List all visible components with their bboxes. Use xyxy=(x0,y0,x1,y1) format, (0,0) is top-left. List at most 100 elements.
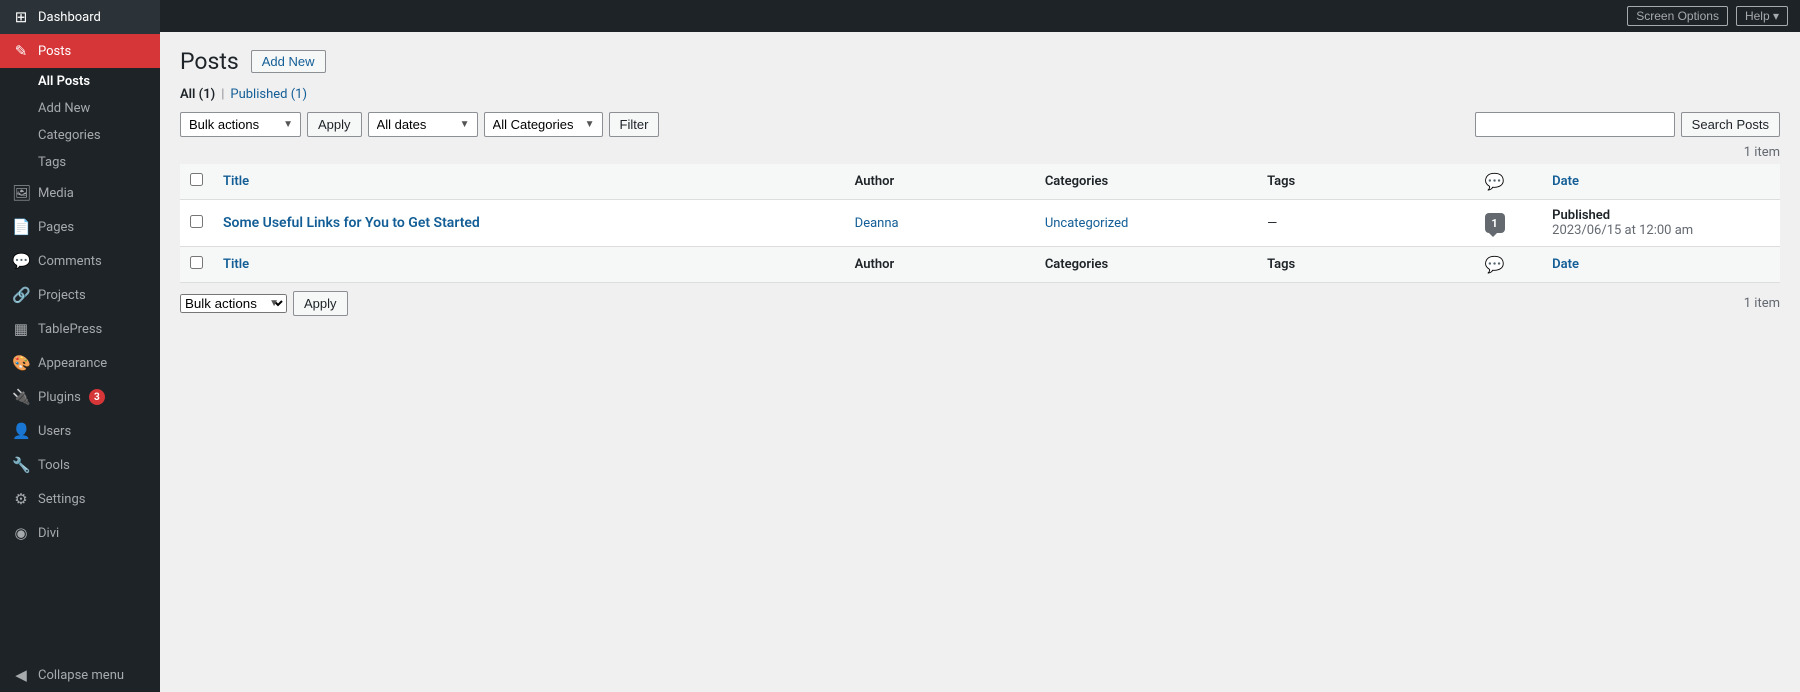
submenu-all-posts[interactable]: All Posts xyxy=(0,68,160,95)
add-new-button[interactable]: Add New xyxy=(251,50,326,73)
bulk-actions-select-bottom[interactable]: Bulk actions Edit Move to Trash xyxy=(180,294,287,313)
all-dates-select[interactable]: All dates xyxy=(368,112,478,137)
row-tags-cell: — xyxy=(1257,200,1447,247)
item-count-bottom: 1 item xyxy=(1744,296,1780,311)
col-header-author: Author xyxy=(845,164,1035,200)
all-categories-select[interactable]: All Categories xyxy=(484,112,603,137)
apply-button-bottom[interactable]: Apply xyxy=(293,291,348,316)
filter-button[interactable]: Filter xyxy=(609,112,660,137)
table-header-row: Title Author Categories Tags 💬 Date xyxy=(180,164,1780,200)
filter-links: All (1) | Published (1) xyxy=(180,87,1780,102)
posts-submenu: All Posts Add New Categories Tags xyxy=(0,68,160,176)
all-dates-wrap: All dates ▼ xyxy=(368,112,478,137)
sidebar-item-label: TablePress xyxy=(38,322,102,337)
comments-header-icon: 💬 xyxy=(1485,172,1505,191)
sidebar-item-label: Settings xyxy=(38,492,85,507)
row-author-cell: Deanna xyxy=(845,200,1035,247)
col-header-title[interactable]: Title xyxy=(213,164,845,200)
screen-options-button[interactable]: Screen Options xyxy=(1627,6,1728,26)
date-status: Published xyxy=(1552,208,1770,223)
col-footer-categories: Categories xyxy=(1035,247,1257,283)
sidebar-item-label: Divi xyxy=(38,526,59,541)
sidebar-item-label: Appearance xyxy=(38,356,107,371)
topbar: Screen Options Help ▾ xyxy=(160,0,1800,32)
category-link[interactable]: Uncategorized xyxy=(1045,216,1128,231)
filter-published[interactable]: Published (1) xyxy=(230,87,307,102)
row-checkbox[interactable] xyxy=(190,215,203,228)
sidebar-item-media[interactable]: 🖼 Media xyxy=(0,176,160,210)
col-header-tags: Tags xyxy=(1257,164,1447,200)
plugins-badge: 3 xyxy=(89,389,105,405)
projects-icon: 🔗 xyxy=(12,286,30,304)
dashboard-icon: ⊞ xyxy=(12,8,30,26)
submenu-add-new[interactable]: Add New xyxy=(0,95,160,122)
sidebar-item-projects[interactable]: 🔗 Projects xyxy=(0,278,160,312)
comments-icon: 💬 xyxy=(12,252,30,270)
col-header-date[interactable]: Date xyxy=(1542,164,1780,200)
collapse-menu-button[interactable]: ◀ Collapse menu xyxy=(0,658,160,692)
sidebar-item-label: Projects xyxy=(38,288,86,303)
filter-all[interactable]: All (1) xyxy=(180,87,215,102)
select-all-checkbox-top[interactable] xyxy=(190,173,203,186)
col-footer-date[interactable]: Date xyxy=(1542,247,1780,283)
posts-table: Title Author Categories Tags 💬 Date xyxy=(180,164,1780,283)
users-icon: 👤 xyxy=(12,422,30,440)
sidebar-item-settings[interactable]: ⚙ Settings xyxy=(0,482,160,516)
col-footer-cb xyxy=(180,247,213,283)
sidebar-item-posts[interactable]: ✎ Posts xyxy=(0,34,160,68)
sidebar-item-comments[interactable]: 💬 Comments xyxy=(0,244,160,278)
sidebar-item-label: Dashboard xyxy=(38,10,101,25)
row-checkbox-cell xyxy=(180,200,213,247)
content-area: Posts Add New All (1) | Published (1) Bu… xyxy=(160,32,1800,692)
col-header-categories: Categories xyxy=(1035,164,1257,200)
sidebar-item-plugins[interactable]: 🔌 Plugins 3 xyxy=(0,380,160,414)
apply-button-top[interactable]: Apply xyxy=(307,112,362,137)
col-footer-author: Author xyxy=(845,247,1035,283)
sidebar-item-dashboard[interactable]: ⊞ Dashboard xyxy=(0,0,160,34)
divi-icon: ◉ xyxy=(12,524,30,542)
submenu-tags[interactable]: Tags xyxy=(0,149,160,176)
item-count-top: 1 item xyxy=(180,145,1780,160)
col-footer-title[interactable]: Title xyxy=(213,247,845,283)
sidebar-item-label: Tools xyxy=(38,458,70,473)
tools-icon: 🔧 xyxy=(12,456,30,474)
sidebar-item-tools[interactable]: 🔧 Tools xyxy=(0,448,160,482)
sidebar-item-appearance[interactable]: 🎨 Appearance xyxy=(0,346,160,380)
media-icon: 🖼 xyxy=(12,184,30,202)
help-button[interactable]: Help ▾ xyxy=(1736,6,1788,26)
table-row: Some Useful Links for You to Get Started… xyxy=(180,200,1780,247)
plugins-icon: 🔌 xyxy=(12,388,30,406)
bulk-actions-select-top[interactable]: Bulk actions Edit Move to Trash xyxy=(180,112,301,137)
date-value: 2023/06/15 at 12:00 am xyxy=(1552,223,1770,238)
bulk-actions-wrap-bottom: Bulk actions Edit Move to Trash ▼ xyxy=(180,294,287,313)
sidebar-item-label: Pages xyxy=(38,220,74,235)
select-all-checkbox-bottom[interactable] xyxy=(190,256,203,269)
sidebar-item-label: Plugins xyxy=(38,390,81,405)
comments-footer-icon: 💬 xyxy=(1485,255,1505,274)
page-header: Posts Add New xyxy=(180,48,1780,75)
main-content: Screen Options Help ▾ Posts Add New All … xyxy=(160,0,1800,692)
search-input[interactable] xyxy=(1475,112,1675,137)
filter-sep: | xyxy=(221,87,224,102)
published-count: (1) xyxy=(291,87,307,102)
bulk-actions-wrap-top: Bulk actions Edit Move to Trash ▼ xyxy=(180,112,301,137)
search-posts-button[interactable]: Search Posts xyxy=(1681,112,1780,137)
bottom-toolbar: Bulk actions Edit Move to Trash ▼ Apply … xyxy=(180,291,1780,316)
col-footer-comments: 💬 xyxy=(1447,247,1542,283)
collapse-label: Collapse menu xyxy=(38,668,124,683)
sidebar-item-divi[interactable]: ◉ Divi xyxy=(0,516,160,550)
sidebar-item-users[interactable]: 👤 Users xyxy=(0,414,160,448)
row-categories-cell: Uncategorized xyxy=(1035,200,1257,247)
col-footer-tags: Tags xyxy=(1257,247,1447,283)
appearance-icon: 🎨 xyxy=(12,354,30,372)
post-title-link[interactable]: Some Useful Links for You to Get Started xyxy=(223,215,480,231)
author-link[interactable]: Deanna xyxy=(855,216,899,231)
comment-count-bubble[interactable]: 1 xyxy=(1485,213,1505,233)
sidebar-item-tablepress[interactable]: ▦ TablePress xyxy=(0,312,160,346)
submenu-categories[interactable]: Categories xyxy=(0,122,160,149)
sidebar-item-label: Media xyxy=(38,186,74,201)
bottom-actions: Bulk actions Edit Move to Trash ▼ Apply xyxy=(180,291,348,316)
sidebar-item-pages[interactable]: 📄 Pages xyxy=(0,210,160,244)
search-area: Search Posts xyxy=(1475,112,1780,137)
sidebar-item-label: Comments xyxy=(38,254,102,269)
